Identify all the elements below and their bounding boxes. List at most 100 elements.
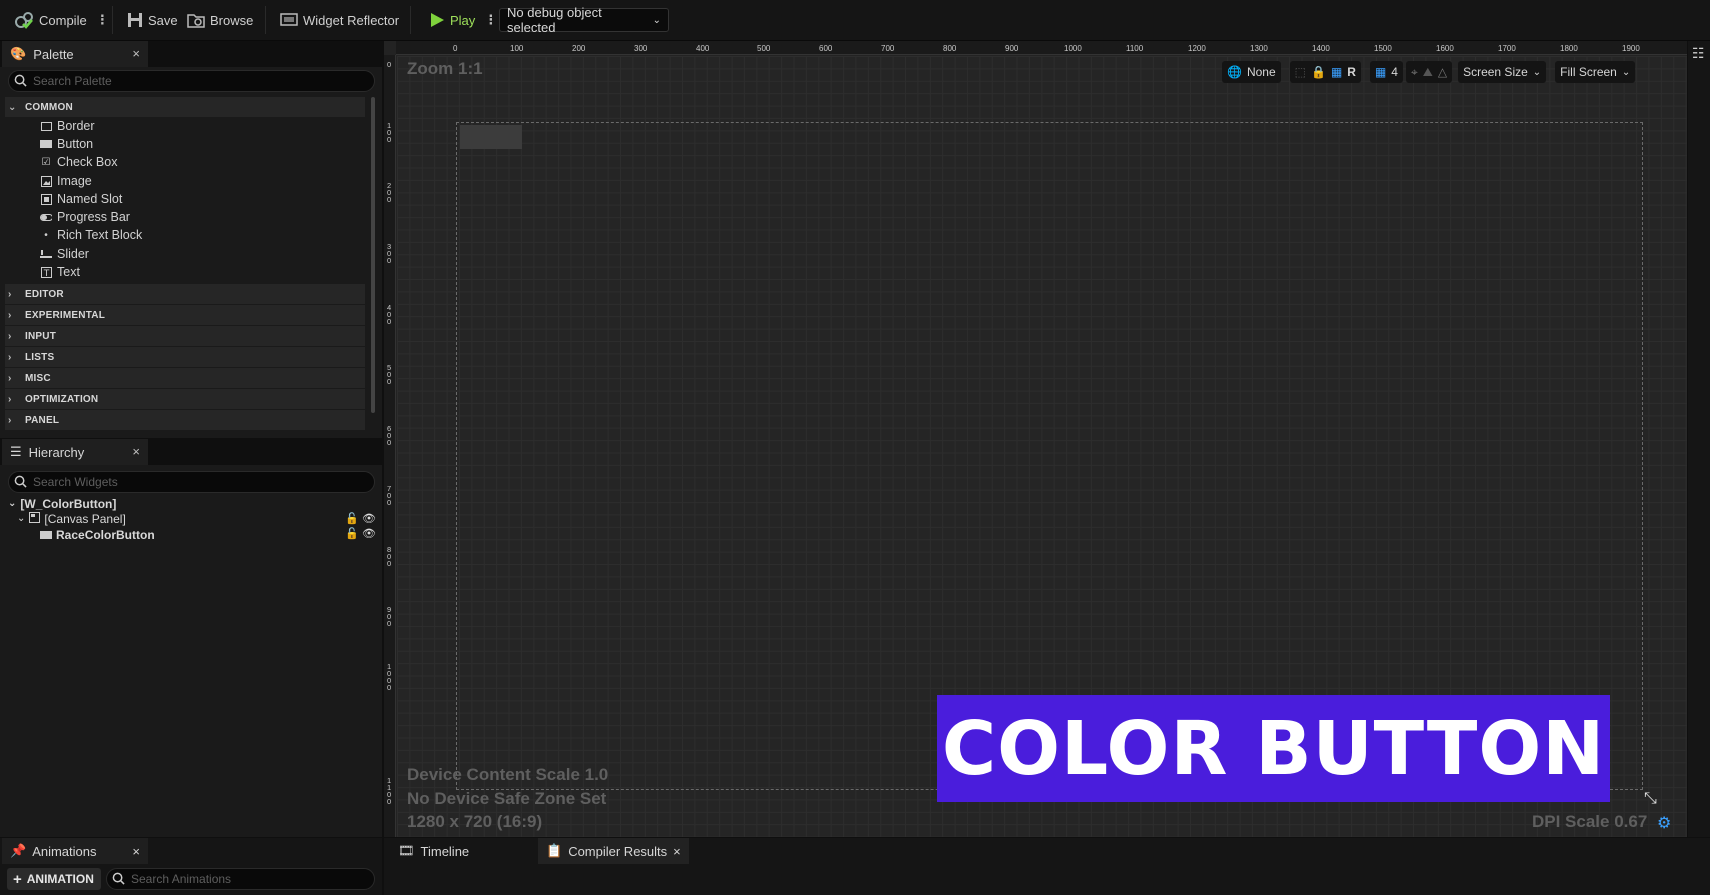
debug-object-select[interactable]: No debug object selected ⌄	[499, 5, 669, 35]
resolution-label: 1280 x 720 (16:9)	[407, 812, 543, 831]
close-icon[interactable]: ×	[673, 844, 681, 859]
layout-icon[interactable]: ▦	[1331, 65, 1342, 79]
ruler-tick: 1600	[1436, 44, 1454, 53]
warning-icon[interactable]: △	[1438, 65, 1447, 79]
animation-search-placeholder: Search Animations	[131, 872, 232, 886]
ruler-tick: 700	[387, 484, 392, 507]
fill-screen-select[interactable]: Fill Screen ⌄	[1555, 61, 1636, 83]
race-color-button-label: RaceColorButton	[56, 527, 155, 542]
palette-item-label: Button	[57, 137, 94, 151]
svg-text:T: T	[42, 269, 49, 278]
lock-icon[interactable]: 🔒	[1311, 65, 1326, 79]
palette-scrollbar[interactable]	[371, 97, 375, 413]
hierarchy-search-input[interactable]: Search Widgets	[8, 471, 375, 493]
save-button[interactable]: Save	[127, 9, 178, 31]
ruler-tick: 200	[387, 181, 392, 204]
hierarchy-panel: ☰ Hierarchy × Search Widgets ⌄ [W_ColorB…	[0, 439, 382, 837]
play-options-icon[interactable]: ⋮	[484, 12, 497, 28]
palette-search-placeholder: Search Palette	[33, 74, 112, 88]
ruler-tick: 600	[387, 424, 392, 447]
palette-item-text[interactable]: T Text	[40, 263, 80, 281]
compile-label: Compile	[39, 12, 87, 28]
mountain-icon[interactable]: ⛰	[1423, 65, 1433, 80]
canvas-panel-label: [Canvas Panel]	[44, 511, 126, 526]
play-button[interactable]: Play ⋮	[429, 9, 497, 31]
palette-item-button[interactable]: Button	[40, 135, 93, 153]
compiler-results-tab-label: Compiler Results	[568, 843, 668, 859]
screen-size-value: Screen Size	[1463, 65, 1528, 79]
palette-search-input[interactable]: Search Palette	[8, 70, 375, 92]
category-optimization[interactable]: › OPTIMIZATION	[5, 389, 365, 409]
category-panel[interactable]: › PANEL	[5, 410, 365, 430]
category-lists[interactable]: › LISTS	[5, 347, 365, 367]
hierarchy-search-placeholder: Search Widgets	[33, 475, 118, 489]
chevron-right-icon: ›	[8, 372, 12, 384]
tab-timeline[interactable]: 🎞 Timeline	[390, 838, 477, 864]
hierarchy-root[interactable]: ⌄ [W_ColorButton]	[8, 496, 116, 511]
ruler-tick: 1100	[1126, 44, 1144, 53]
screen-size-select[interactable]: Screen Size ⌄	[1458, 61, 1547, 83]
compile-button[interactable]: Compile ⋮	[14, 9, 109, 31]
category-experimental[interactable]: › EXPERIMENTAL	[5, 305, 365, 325]
category-common[interactable]: ⌄ COMMON	[5, 97, 365, 117]
close-icon[interactable]: ×	[132, 46, 140, 61]
race-color-button-preview[interactable]	[460, 125, 522, 149]
respect-locks-toggle[interactable]: R	[1347, 65, 1356, 79]
category-label: EDITOR	[25, 288, 64, 300]
chevron-right-icon: ›	[8, 288, 12, 300]
tab-compiler-results[interactable]: 📋 Compiler Results ×	[538, 838, 689, 864]
ruler-tick: 900	[1005, 44, 1019, 53]
gear-icon[interactable]: ⚙	[1657, 813, 1671, 833]
chevron-right-icon: ›	[8, 351, 12, 363]
category-input[interactable]: › INPUT	[5, 326, 365, 346]
timeline-icon: 🎞	[398, 843, 415, 858]
resize-handle-icon[interactable]: ⤡	[1644, 790, 1657, 808]
browse-button[interactable]: Browse	[187, 9, 253, 31]
dotted-box-icon[interactable]: ⬚	[1295, 65, 1306, 79]
tab-hierarchy[interactable]: ☰ Hierarchy ×	[2, 439, 148, 465]
palette-item-progress-bar[interactable]: Progress Bar	[40, 208, 130, 226]
settings-sliders-icon[interactable]: ☷	[1692, 45, 1705, 62]
ruler-tick: 1100	[387, 776, 392, 806]
hierarchy-root-label: [W_ColorButton]	[20, 496, 117, 511]
tab-palette[interactable]: 🎨 Palette ×	[2, 41, 148, 67]
close-icon[interactable]: ×	[132, 444, 140, 459]
ruler-tick: 1000	[1064, 44, 1082, 53]
category-misc[interactable]: › MISC	[5, 368, 365, 388]
save-label: Save	[148, 12, 178, 28]
ruler-tick: 1200	[1188, 44, 1206, 53]
widget-reflector-button[interactable]: Widget Reflector	[280, 9, 399, 31]
palette-tab-label: Palette	[33, 46, 74, 62]
grid-snap-toggle[interactable]: ▦ 4	[1369, 61, 1403, 83]
category-editor[interactable]: › EDITOR	[5, 284, 365, 304]
viewport-options: ⌖ ⛰ △	[1405, 61, 1453, 83]
palette-item-image[interactable]: Image	[40, 172, 92, 190]
fill-screen-value: Fill Screen	[1560, 65, 1617, 79]
lock-icon[interactable]: 🔓	[345, 527, 359, 540]
add-animation-button[interactable]: + ANIMATION	[7, 868, 101, 890]
palette-item-border[interactable]: Border	[40, 117, 95, 135]
palette-item-rich-text-block[interactable]: • Rich Text Block	[40, 226, 142, 244]
localization-preview-button[interactable]: 🌐 None	[1222, 61, 1281, 83]
ruler-tick: 1700	[1498, 44, 1516, 53]
close-icon[interactable]: ×	[132, 844, 140, 859]
hierarchy-race-color-button[interactable]: RaceColorButton	[40, 527, 155, 542]
ruler-tick: 300	[634, 44, 648, 53]
palette-item-slider[interactable]: Slider	[40, 245, 89, 263]
ruler-tick: 1900	[1622, 44, 1640, 53]
category-label: COMMON	[25, 101, 73, 113]
category-label: INPUT	[25, 330, 56, 342]
lock-icon[interactable]: 🔓	[345, 512, 359, 525]
chevron-down-icon: ⌄	[17, 513, 26, 524]
palette-item-named-slot[interactable]: Named Slot	[40, 190, 122, 208]
palette-item-check-box[interactable]: ☑ Check Box	[40, 153, 118, 171]
hierarchy-canvas-panel[interactable]: ⌄ [Canvas Panel]	[17, 511, 126, 526]
search-icon	[14, 475, 27, 488]
cursor-icon[interactable]: ⌖	[1411, 65, 1418, 80]
compile-options-icon[interactable]: ⋮	[96, 12, 109, 28]
eye-icon[interactable]: 👁	[362, 527, 376, 540]
eye-icon[interactable]: 👁	[362, 512, 376, 525]
dpi-scale-label: DPI Scale 0.67	[1532, 812, 1648, 831]
tab-animations[interactable]: 📌 Animations ×	[2, 838, 148, 864]
animation-search-input[interactable]: Search Animations	[106, 868, 375, 890]
